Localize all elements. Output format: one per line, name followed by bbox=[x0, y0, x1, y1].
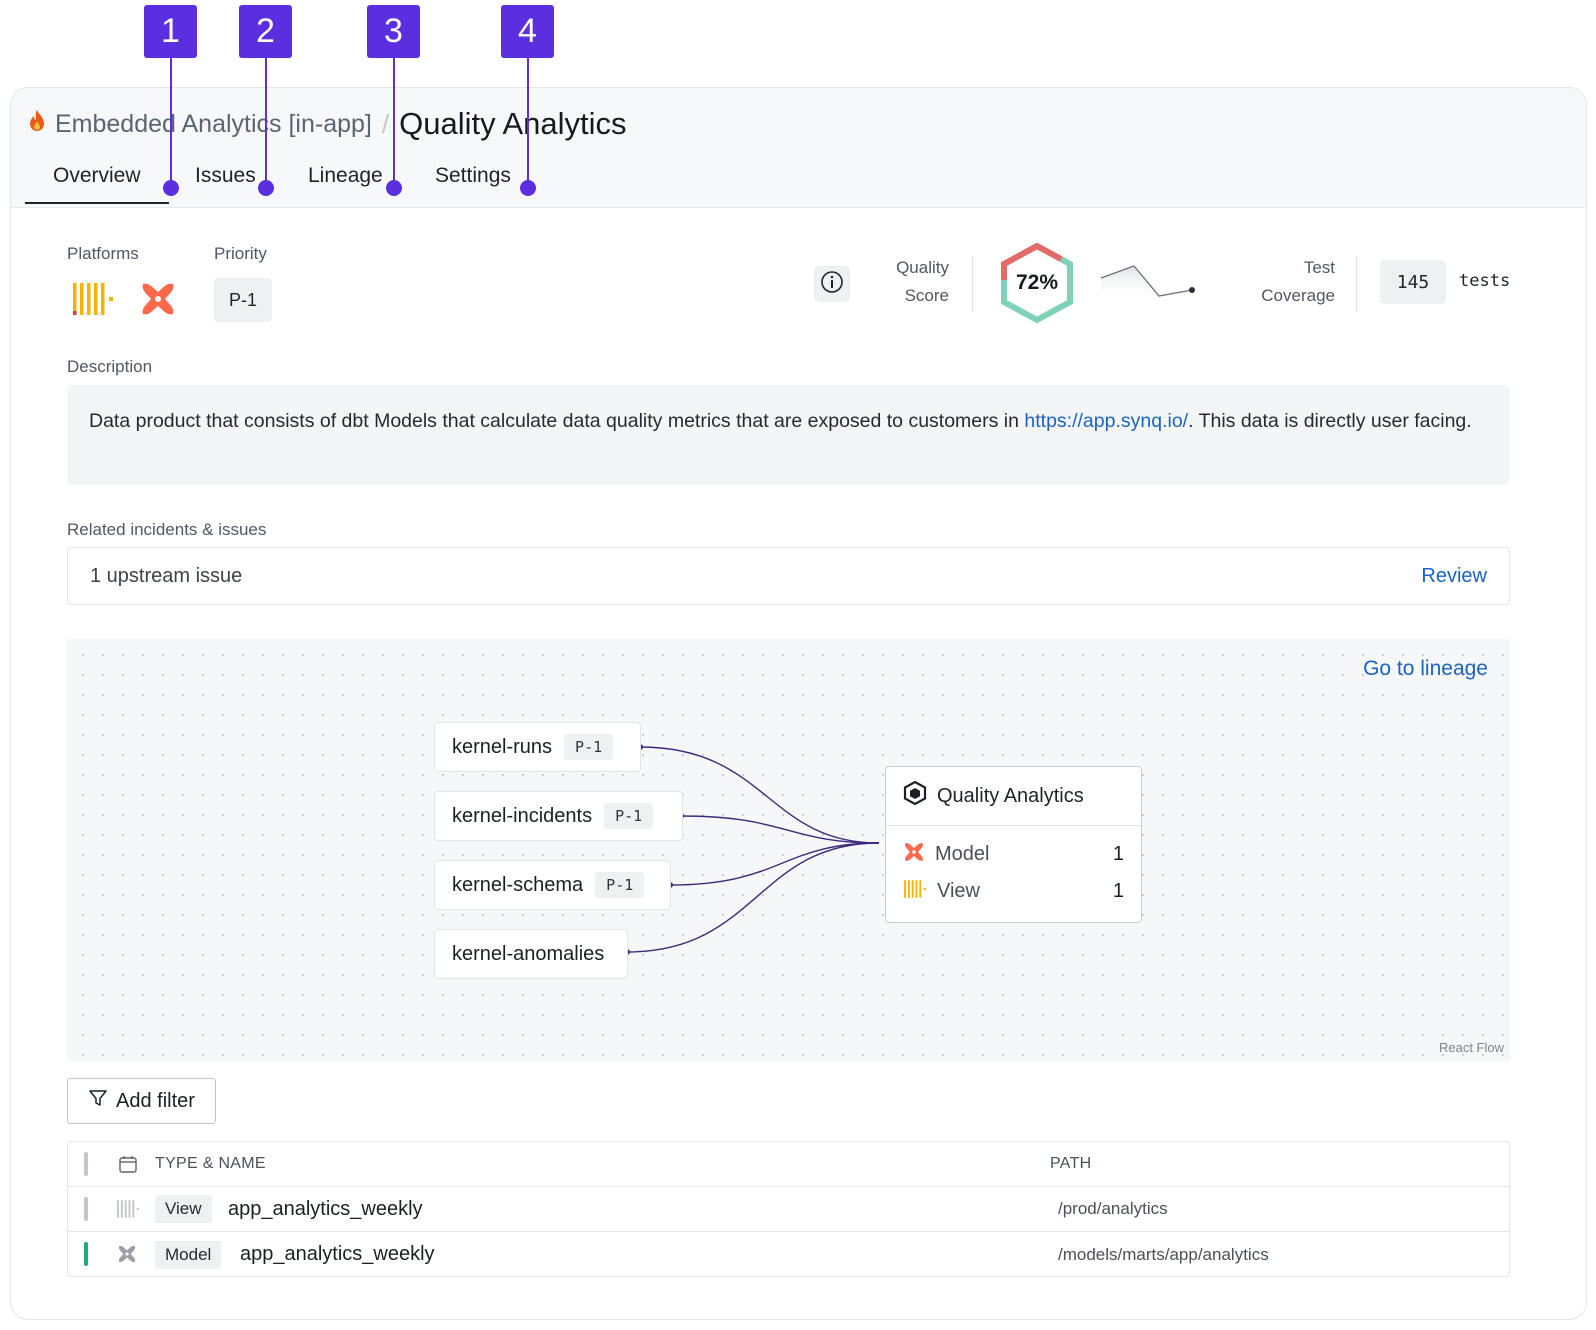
quality-label-line2: Score bbox=[904, 286, 949, 305]
lineage-node-kernel-incidents[interactable]: kernel-incidents P-1 bbox=[434, 791, 683, 841]
lineage-node-kernel-runs[interactable]: kernel-runs P-1 bbox=[434, 722, 641, 772]
react-flow-attribution[interactable]: React Flow bbox=[1439, 1040, 1504, 1055]
breadcrumb-parent[interactable]: Embedded Analytics [in-app] bbox=[55, 110, 372, 139]
upstream-issue-text: 1 upstream issue bbox=[90, 564, 243, 587]
description-text-before: Data product that consists of dbt Models… bbox=[89, 410, 1025, 432]
looker-icon bbox=[903, 878, 927, 906]
type-chip: Model bbox=[155, 1240, 222, 1269]
target-row-count: 1 bbox=[1112, 843, 1124, 865]
callout-2: 2 bbox=[239, 5, 292, 58]
type-chip: View bbox=[155, 1195, 212, 1223]
breadcrumb: Embedded Analytics [in-app] / Quality An… bbox=[27, 106, 627, 142]
lineage-canvas[interactable]: Go to lineage kernel-runs P-1 kernel-inc… bbox=[67, 639, 1510, 1061]
tab-issues[interactable]: Issues bbox=[195, 164, 256, 202]
info-icon bbox=[820, 270, 844, 299]
column-header-path[interactable]: PATH bbox=[1050, 1155, 1092, 1173]
metric-divider bbox=[972, 256, 973, 312]
target-row-model: Model 1 bbox=[886, 836, 1141, 873]
related-issues-box: 1 upstream issue Review bbox=[67, 547, 1510, 605]
callout-1-dot bbox=[163, 180, 179, 196]
priority-label: Priority bbox=[214, 244, 267, 263]
test-count-unit: tests bbox=[1459, 271, 1511, 291]
dbt-icon bbox=[139, 280, 177, 323]
review-link[interactable]: Review bbox=[1421, 565, 1487, 588]
target-node-title: Quality Analytics bbox=[937, 784, 1084, 807]
info-button[interactable] bbox=[814, 266, 850, 302]
node-priority-badge: P-1 bbox=[564, 734, 614, 760]
lineage-node-kernel-schema[interactable]: kernel-schema P-1 bbox=[434, 860, 671, 910]
header-status-stripe bbox=[84, 1152, 88, 1176]
callout-3-line bbox=[393, 58, 395, 186]
table-header-row: TYPE & NAME PATH bbox=[68, 1142, 1509, 1187]
asset-path: /prod/analytics bbox=[1058, 1199, 1168, 1218]
node-priority-badge: P-1 bbox=[604, 803, 654, 829]
quality-score-label: Quality Score bbox=[869, 254, 949, 310]
table-row[interactable]: View app_analytics_weekly /prod/analytic… bbox=[68, 1187, 1509, 1232]
breadcrumb-separator: / bbox=[381, 108, 390, 139]
tab-overview[interactable]: Overview bbox=[25, 164, 169, 204]
page-title: Quality Analytics bbox=[399, 106, 627, 141]
lineage-edges bbox=[624, 744, 880, 955]
table-row[interactable]: Model app_analytics_weekly /models/marts… bbox=[68, 1232, 1509, 1277]
callout-3: 3 bbox=[367, 5, 420, 58]
tab-lineage[interactable]: Lineage bbox=[308, 164, 383, 202]
row-status-stripe bbox=[84, 1242, 88, 1266]
priority-badge: P-1 bbox=[214, 278, 272, 322]
looker-icon bbox=[116, 1199, 140, 1224]
node-priority-badge: P-1 bbox=[595, 872, 645, 898]
callout-1: 1 bbox=[144, 5, 197, 58]
quality-score-value: 72% bbox=[1015, 271, 1059, 294]
platforms-label: Platforms bbox=[67, 244, 139, 263]
asset-name: app_analytics_weekly bbox=[228, 1197, 423, 1220]
callout-4-line bbox=[527, 58, 529, 186]
flame-icon bbox=[27, 109, 47, 139]
coverage-divider bbox=[1356, 256, 1357, 312]
coverage-label-line1: Test bbox=[1303, 258, 1335, 277]
quality-score-hexagon: 72% bbox=[999, 242, 1075, 324]
quality-label-line1: Quality bbox=[896, 258, 949, 277]
target-row-name: Model bbox=[935, 843, 990, 865]
asset-name: app_analytics_weekly bbox=[240, 1243, 435, 1265]
data-product-card: Embedded Analytics [in-app] / Quality An… bbox=[10, 87, 1587, 1320]
related-issues-label: Related incidents & issues bbox=[67, 520, 267, 539]
header-bar: Embedded Analytics [in-app] / Quality An… bbox=[11, 88, 1586, 208]
node-name: kernel-schema bbox=[452, 873, 584, 896]
node-name: kernel-runs bbox=[452, 735, 553, 758]
lineage-node-quality-analytics[interactable]: Quality Analytics Model 1 View 1 bbox=[885, 766, 1142, 923]
description-text-after: . This data is directly user facing. bbox=[1188, 410, 1472, 432]
description-box: Data product that consists of dbt Models… bbox=[67, 385, 1510, 485]
target-row-view: View 1 bbox=[886, 873, 1141, 910]
quality-trend-sparkline bbox=[1099, 260, 1199, 302]
callout-4-dot bbox=[520, 180, 536, 196]
filter-icon bbox=[88, 1088, 108, 1114]
asset-path: /models/marts/app/analytics bbox=[1058, 1244, 1269, 1264]
callout-3-dot bbox=[386, 180, 402, 196]
looker-icon bbox=[71, 281, 115, 322]
dbt-icon bbox=[903, 841, 925, 869]
platform-icons bbox=[71, 280, 177, 323]
callout-1-line bbox=[170, 58, 172, 186]
target-row-count: 1 bbox=[1112, 880, 1124, 902]
tab-settings[interactable]: Settings bbox=[435, 164, 511, 202]
calendar-icon[interactable] bbox=[118, 1154, 138, 1179]
dbt-icon bbox=[117, 1244, 137, 1269]
coverage-label-line2: Coverage bbox=[1261, 286, 1335, 305]
test-coverage-label: Test Coverage bbox=[1235, 254, 1335, 310]
lineage-node-kernel-anomalies[interactable]: kernel-anomalies bbox=[434, 929, 628, 979]
data-product-icon bbox=[903, 780, 927, 812]
add-filter-label: Add filter bbox=[116, 1089, 195, 1112]
test-count: 145 bbox=[1380, 260, 1446, 304]
node-name: kernel-anomalies bbox=[452, 942, 605, 965]
description-label: Description bbox=[67, 357, 153, 376]
callout-2-dot bbox=[258, 180, 274, 196]
assets-table: TYPE & NAME PATH View app_analytics_week… bbox=[67, 1141, 1510, 1277]
target-row-name: View bbox=[937, 880, 980, 902]
description-link[interactable]: https://app.synq.io/ bbox=[1024, 410, 1188, 432]
add-filter-button[interactable]: Add filter bbox=[67, 1078, 216, 1124]
row-status-stripe bbox=[84, 1197, 88, 1221]
node-name: kernel-incidents bbox=[452, 804, 593, 827]
callout-4: 4 bbox=[501, 5, 554, 58]
callout-2-line bbox=[265, 58, 267, 186]
column-header-type-name[interactable]: TYPE & NAME bbox=[155, 1155, 266, 1173]
